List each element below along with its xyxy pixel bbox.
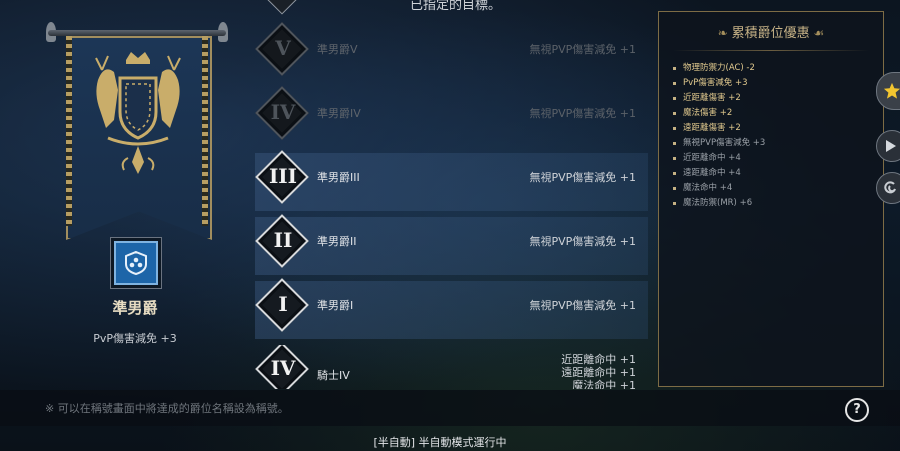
panel-title: 累積爵位優惠	[731, 26, 810, 41]
benefit-item: 魔法命中 +4	[671, 181, 765, 196]
rank-title: 準男爵V	[317, 43, 358, 56]
rank-value-line: 近距離命中 +1	[561, 353, 636, 366]
benefit-item: 遠距離命中 +4	[671, 166, 765, 181]
rank-value-list: 近距離命中 +1 遠距離命中 +1 魔法命中 +1	[561, 353, 636, 389]
top-partial-text: 已指定的目標。	[410, 0, 502, 13]
play-tab[interactable]	[876, 130, 900, 162]
rank-row[interactable]: III 準男爵III 無視PVP傷害減免 +1	[255, 150, 648, 211]
ornament-right-icon: ☙	[809, 26, 825, 40]
auto-mode-status: [半自動] 半自動模式運行中	[0, 434, 900, 450]
benefit-item: 魔法防禦(MR) +6	[671, 196, 765, 211]
swirl-tab[interactable]	[876, 172, 900, 204]
swirl-icon	[884, 181, 896, 194]
rank-title: 準男爵II	[317, 235, 357, 248]
rank-banner	[46, 10, 228, 240]
rank-numeral: II	[273, 228, 293, 252]
ornament-left-icon: ❧	[717, 26, 732, 40]
hint-text: ※ 可以在稱號畫面中將達成的爵位名稱設為稱號。	[45, 402, 289, 415]
rank-row[interactable]: IV 準男爵IV 無視PVP傷害減免 +1	[255, 86, 648, 147]
rank-title: 準男爵I	[317, 299, 354, 312]
help-button[interactable]: ?	[845, 398, 869, 422]
rank-emblem-icon	[110, 237, 162, 289]
banner-rod	[48, 30, 226, 36]
panel-divider	[673, 50, 869, 51]
rank-title: 準男爵III	[317, 171, 360, 184]
benefit-list: 物理防禦力(AC) -2 PvP傷害減免 +3 近距離傷害 +2 魔法傷害 +2…	[671, 61, 765, 211]
benefit-item: PvP傷害減免 +3	[671, 76, 765, 91]
rank-numeral: IV	[270, 100, 296, 124]
rank-row[interactable]: I 準男爵I 無視PVP傷害減免 +1	[255, 278, 648, 339]
benefit-item: 物理防禦力(AC) -2	[671, 61, 765, 76]
rank-row[interactable]: IV 騎士IV 近距離命中 +1 遠距離命中 +1 魔法命中 +1	[255, 345, 648, 389]
heraldic-crest-icon	[88, 50, 188, 180]
benefit-item: 近距離傷害 +2	[671, 91, 765, 106]
rank-numeral: III	[268, 164, 298, 188]
benefit-item: 遠距離傷害 +2	[671, 121, 765, 136]
benefit-item: 近距離命中 +4	[671, 151, 765, 166]
star-icon	[883, 82, 900, 99]
rank-numeral: V	[275, 36, 291, 60]
current-rank-name: 準男爵	[112, 299, 158, 317]
rank-row[interactable]: V 準男爵V 無視PVP傷害減免 +1	[255, 22, 648, 83]
panel-title-wrap: ❧ 累積爵位優惠 ☙	[659, 22, 883, 41]
banner-edge-right	[202, 36, 208, 226]
play-icon	[886, 140, 896, 152]
auto-mode-status-text: [半自動] 半自動模式運行中	[373, 436, 507, 449]
rank-value: 無視PVP傷害減免 +1	[529, 171, 636, 184]
rank-value: 無視PVP傷害減免 +1	[529, 43, 636, 56]
rank-row[interactable]: II 準男爵II 無視PVP傷害減免 +1	[255, 214, 648, 275]
banner-edge-left	[66, 36, 72, 226]
rank-numeral: IV	[270, 356, 296, 380]
rank-title: 準男爵IV	[317, 107, 361, 120]
rank-numeral: I	[278, 292, 288, 316]
cumulative-benefits-panel: ❧ 累積爵位優惠 ☙ 物理防禦力(AC) -2 PvP傷害減免 +3 近距離傷害…	[658, 11, 884, 387]
benefit-item: 無視PVP傷害減免 +3	[671, 136, 765, 151]
current-rank-bonus: PvP傷害減免 +3	[93, 332, 177, 345]
rank-value: 無視PVP傷害減免 +1	[529, 107, 636, 120]
rank-value-line: 遠距離命中 +1	[561, 366, 636, 379]
rank-value: 無視PVP傷害減免 +1	[529, 235, 636, 248]
rank-value-line: 魔法命中 +1	[572, 379, 636, 389]
rank-title: 騎士IV	[317, 369, 350, 382]
rank-value: 無視PVP傷害減免 +1	[529, 299, 636, 312]
benefit-item: 魔法傷害 +2	[671, 106, 765, 121]
